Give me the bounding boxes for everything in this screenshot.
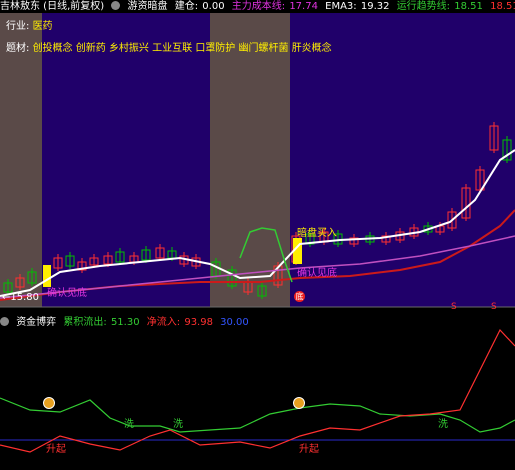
lower-panel-title[interactable]: 资金博弈	[16, 316, 56, 329]
low-price-marker: ←15.80	[2, 292, 40, 303]
confirm-bottom-label-2: 确认见底	[297, 268, 337, 279]
industry-label: 行业:	[6, 21, 30, 32]
theme-item[interactable]: 幽门螺杆菌	[239, 43, 289, 54]
ema-label: EMA3:	[325, 1, 357, 12]
outflow-label: 累积流出:	[63, 317, 107, 328]
inflow-label: 净流入:	[146, 317, 181, 328]
position-label: 建仓:	[174, 1, 199, 12]
theme-item[interactable]: 创新药	[76, 43, 106, 54]
theme-item[interactable]: 工业互联	[152, 43, 192, 54]
position-value: 0.00	[202, 1, 225, 12]
stock-chart-window: 吉林敖东 (日线,前复权) 游资暗盘 建仓: 0.00 主力成本线: 17.74…	[0, 0, 515, 470]
sell-marker: S	[451, 302, 457, 312]
gray-zone-left	[0, 13, 42, 307]
trend-value: 18.51	[454, 1, 483, 12]
stock-title[interactable]: 吉林敖东 (日线,前复权)	[0, 0, 104, 13]
wash-label: 洗	[438, 419, 448, 430]
wash-label: 洗	[124, 419, 134, 430]
bottom-badge: 底	[294, 291, 305, 302]
third-value: 30.00	[220, 317, 249, 328]
confirm-bottom-label: 确认见底	[47, 288, 87, 299]
start-label: 升起	[46, 444, 66, 455]
outflow-value: 51.30	[110, 317, 140, 328]
trend-label: 运行趋势线:	[396, 1, 451, 12]
theme-row: 题材: 创投概念 创新药 乡村振兴 工业互联 口罩防护 幽门螺杆菌 肝炎概念	[6, 39, 332, 54]
theme-item[interactable]: 肝炎概念	[292, 43, 332, 54]
chart-header: 吉林敖东 (日线,前复权) 游资暗盘 建仓: 0.00 主力成本线: 17.74…	[0, 0, 515, 13]
price-chart[interactable]	[0, 0, 515, 470]
theme-item[interactable]: 乡村振兴	[109, 43, 149, 54]
up-arrow-icon	[293, 397, 305, 409]
theme-item[interactable]: 口罩防护	[195, 43, 235, 54]
theme-label: 题材:	[6, 43, 30, 54]
trend-extra-value: 18.51	[490, 1, 515, 12]
cost-value: 17.74	[289, 1, 318, 12]
settings-circle-icon[interactable]	[0, 317, 9, 326]
inflow-line	[0, 328, 515, 453]
wash-label: 洗	[173, 419, 183, 430]
theme-item[interactable]: 创投概念	[33, 43, 73, 54]
indicator-name[interactable]: 游资暗盘	[128, 0, 168, 13]
ema-value: 19.32	[360, 1, 390, 12]
start-label: 升起	[299, 444, 319, 455]
dark-buy-label: 暗盘买入	[297, 228, 337, 239]
inflow-value: 93.98	[184, 317, 213, 328]
settings-circle-icon[interactable]	[111, 1, 121, 10]
sell-marker-2: S	[491, 302, 497, 312]
up-arrow-icon	[43, 397, 55, 409]
industry-value: 医药	[32, 21, 53, 32]
cost-label: 主力成本线:	[231, 1, 286, 12]
lower-panel-header: 资金博弈 累积流出: 51.30 净流入: 93.98 30.00	[0, 316, 515, 329]
industry-row: 行业: 医药	[6, 17, 53, 32]
